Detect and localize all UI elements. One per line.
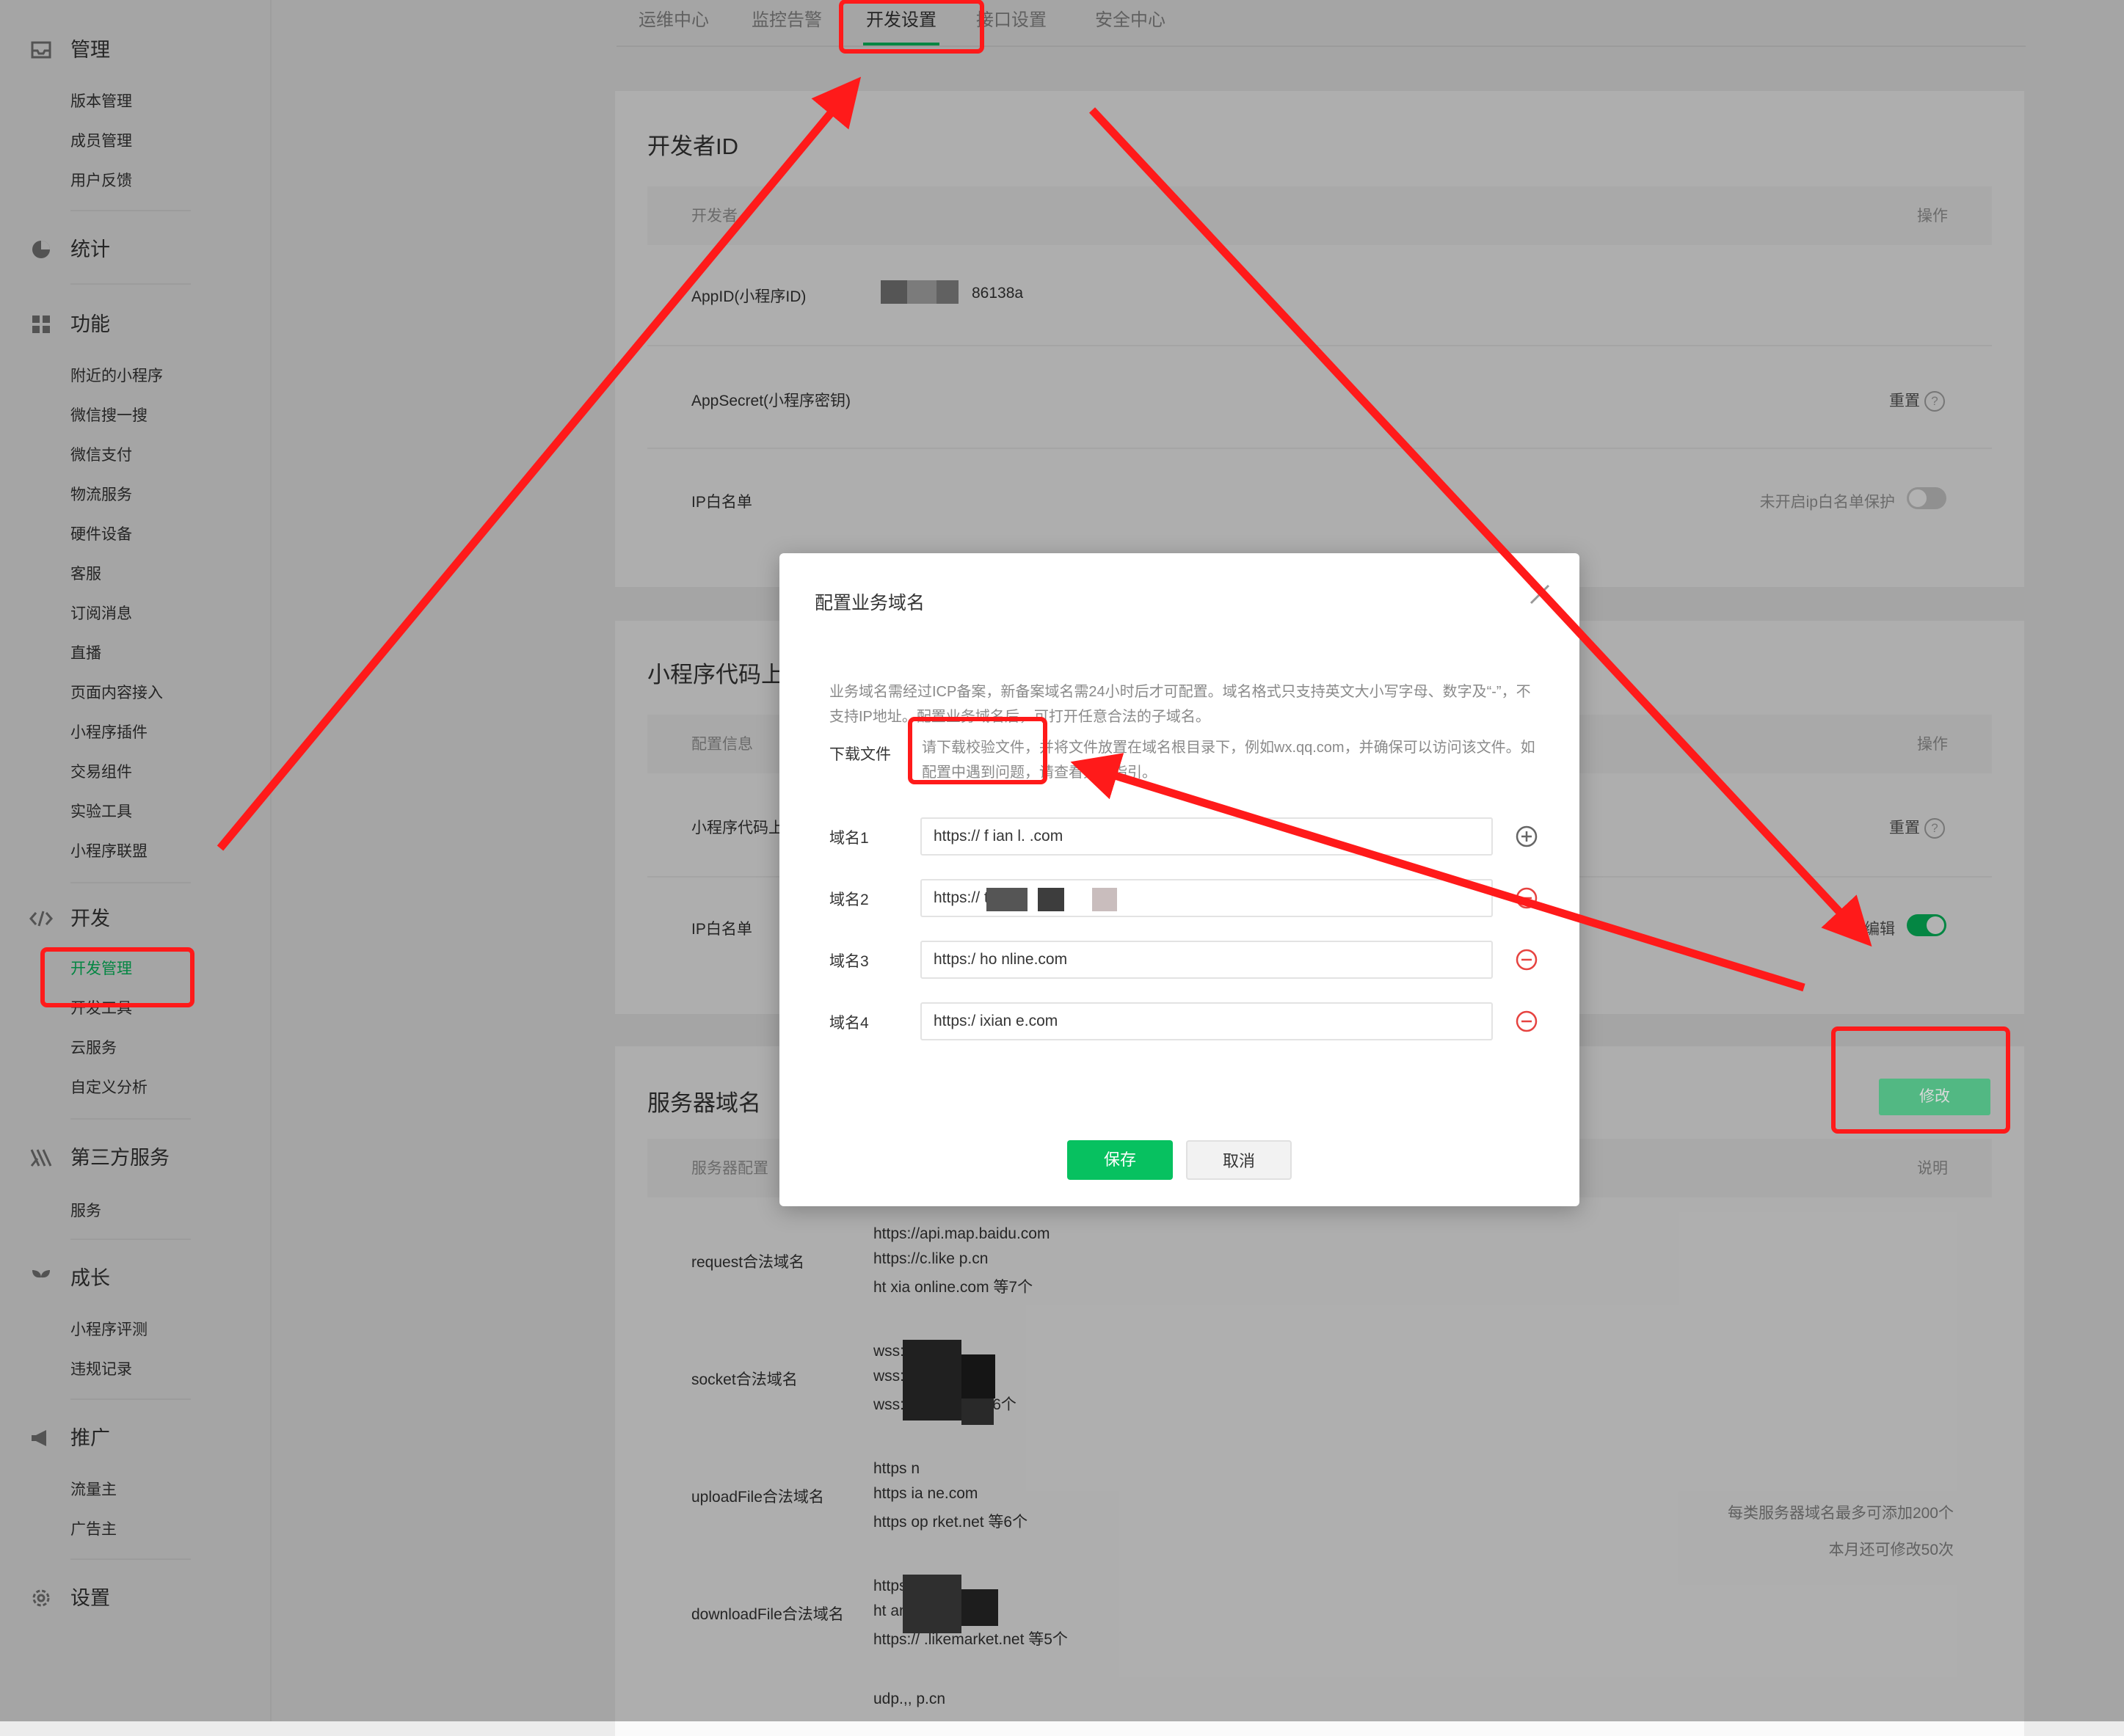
pixelation bbox=[1092, 888, 1117, 911]
download-file-label: 下载文件 bbox=[829, 746, 891, 763]
domain-3-label: 域名3 bbox=[829, 953, 869, 970]
domain-4-input[interactable]: https:/ ixian e.com bbox=[920, 1002, 1493, 1040]
remove-icon[interactable] bbox=[1515, 1010, 1538, 1033]
download-file-text[interactable]: 请下载校验文件，并将文件放置在域名根目录下，例如wx.qq.com，并确保可以访… bbox=[922, 735, 1538, 785]
modify-button[interactable]: 修改 bbox=[1879, 1079, 1990, 1115]
remove-icon[interactable] bbox=[1515, 948, 1538, 971]
domain-3-input[interactable]: https:/ ho nline.com bbox=[920, 941, 1493, 979]
pixelation bbox=[1038, 888, 1064, 911]
dialog-title: 配置业务域名 bbox=[815, 593, 925, 613]
close-icon[interactable] bbox=[1525, 580, 1554, 609]
domain-4-label: 域名4 bbox=[829, 1015, 869, 1032]
pixelation bbox=[986, 888, 1028, 911]
cancel-button[interactable]: 取消 bbox=[1186, 1140, 1292, 1180]
add-icon[interactable] bbox=[1515, 825, 1538, 848]
domain-2-label: 域名2 bbox=[829, 891, 869, 908]
save-button[interactable]: 保存 bbox=[1067, 1140, 1173, 1180]
remove-icon[interactable] bbox=[1515, 886, 1538, 910]
domain-1-label: 域名1 bbox=[829, 830, 869, 847]
config-business-domain-dialog: 配置业务域名 业务域名需经过ICP备案，新备案域名需24小时后才可配置。域名格式… bbox=[779, 553, 1579, 1206]
domain-1-input[interactable]: https:// f ian l. .com bbox=[920, 817, 1493, 856]
dialog-description: 业务域名需经过ICP备案，新备案域名需24小时后才可配置。域名格式只支持英文大小… bbox=[829, 684, 1531, 725]
